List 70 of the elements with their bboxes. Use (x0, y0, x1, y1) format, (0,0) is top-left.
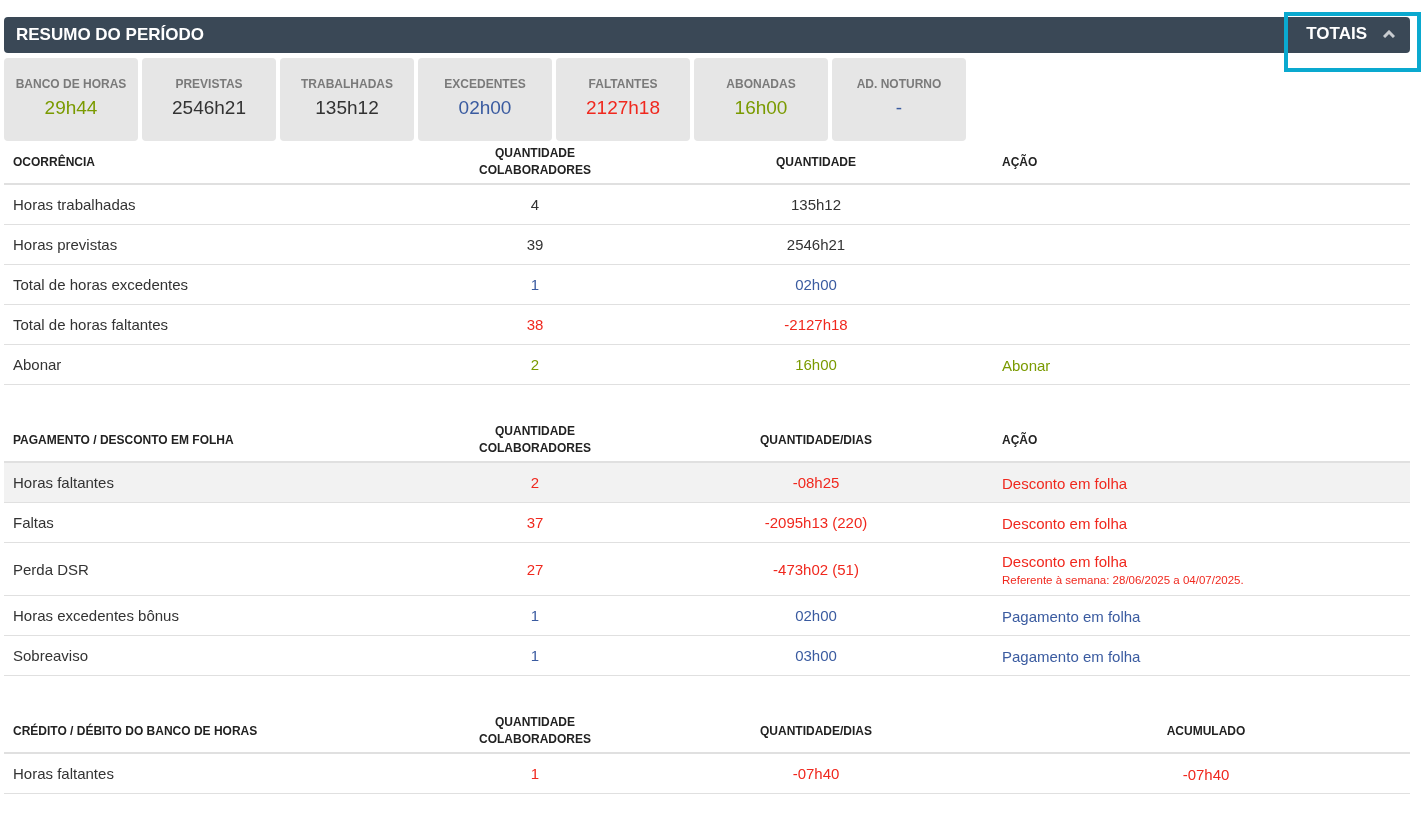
column-header: PAGAMENTO / DESCONTO EM FOLHA (13, 431, 235, 449)
card-label: FALTANTES (588, 77, 658, 91)
table-cell: 2 (530, 474, 540, 491)
table-cell: 38 (526, 316, 544, 333)
card-value: 135h12 (315, 97, 379, 119)
card-value: 2127h18 (586, 97, 660, 119)
table-cell: 1 (530, 765, 540, 782)
table-cell-text: Horas previstas (13, 236, 119, 253)
card-label: BANCO DE HORAS (15, 77, 127, 91)
table-cell: -2095h13 (220) (764, 514, 868, 531)
table-cell: 02h00 (795, 276, 837, 293)
table-cell: -08h25 (792, 474, 840, 491)
column-header: OCORRÊNCIA (13, 153, 96, 171)
column-header: QUANTIDADE (775, 153, 857, 171)
column-header: AÇÃO (1002, 153, 1039, 171)
table-cell: -2127h18 (784, 316, 848, 333)
action-link[interactable]: Pagamento em folha (1002, 647, 1410, 665)
section-title: RESUMO DO PERÍODO (16, 25, 204, 45)
table-cell-text: Horas faltantes (13, 765, 115, 782)
column-header: AÇÃO (1002, 431, 1039, 449)
table-cell: 2546h21 (786, 236, 846, 253)
table-cell-text: Horas faltantes (13, 474, 115, 491)
table-cell: 1 (530, 607, 540, 624)
table-cell: 03h00 (795, 647, 837, 664)
card-label: PREVISTAS (175, 77, 243, 91)
column-header: QUANTIDADE COLABORADORES (478, 423, 592, 457)
column-header: QUANTIDADE/DIAS (759, 431, 873, 449)
action-link[interactable]: Desconto em folha (1002, 553, 1410, 570)
card-label: TRABALHADAS (301, 77, 393, 91)
card-value: 16h00 (734, 97, 788, 119)
table-cell-text: Sobreaviso (13, 647, 90, 664)
card-label: ABONADAS (726, 77, 796, 91)
column-header: QUANTIDADE/DIAS (759, 722, 873, 740)
table-cell-text: Horas trabalhadas (13, 196, 137, 213)
table-cell: -07h40 (1182, 765, 1230, 783)
action-link[interactable]: Pagamento em folha (1002, 607, 1410, 625)
table-cell: 37 (526, 514, 544, 531)
table-cell: 135h12 (790, 196, 842, 213)
column-header: QUANTIDADE COLABORADORES (478, 714, 592, 748)
table-cell-text: Faltas (13, 514, 55, 531)
action-link[interactable]: Abonar (1002, 356, 1410, 374)
card-value: - (895, 97, 903, 119)
table-cell: 1 (530, 647, 540, 664)
table-cell: 4 (530, 196, 540, 213)
action-link[interactable]: Desconto em folha (1002, 474, 1410, 492)
table-cell-text: Total de horas faltantes (13, 316, 170, 333)
table-cell: 39 (526, 236, 544, 253)
table-cell-text: Horas excedentes bônus (13, 607, 180, 624)
week-note: Referente à semana: 28/06/2025 a 04/07/2025. (1002, 574, 1245, 586)
table-cell: 16h00 (795, 356, 837, 373)
table-cell: 2 (530, 356, 540, 373)
column-header: QUANTIDADE COLABORADORES (478, 145, 592, 179)
table-cell-text: Perda DSR (13, 560, 90, 578)
table-cell-text: Total de horas excedentes (13, 276, 190, 293)
table-cell: 1 (530, 276, 540, 293)
card-value: 29h44 (44, 97, 98, 119)
table-cell: 27 (526, 560, 544, 578)
totals-toggle[interactable]: TOTAIS (1288, 16, 1417, 68)
card-value: 02h00 (458, 97, 512, 119)
card-label: EXCEDENTES (444, 77, 526, 91)
chevron-icon (1383, 30, 1395, 38)
column-header: ACUMULADO (1165, 722, 1247, 740)
table-cell: -473h02 (51) (773, 560, 859, 578)
column-header: CRÉDITO / DÉBITO DO BANCO DE HORAS (13, 722, 259, 740)
table-cell: 02h00 (795, 607, 837, 624)
card-label: AD. NOTURNO (856, 77, 942, 91)
table-cell-text: Abonar (13, 356, 63, 373)
card-value: 2546h21 (172, 97, 246, 119)
action-link[interactable]: Desconto em folha (1002, 514, 1410, 532)
table-cell: -07h40 (792, 765, 840, 782)
